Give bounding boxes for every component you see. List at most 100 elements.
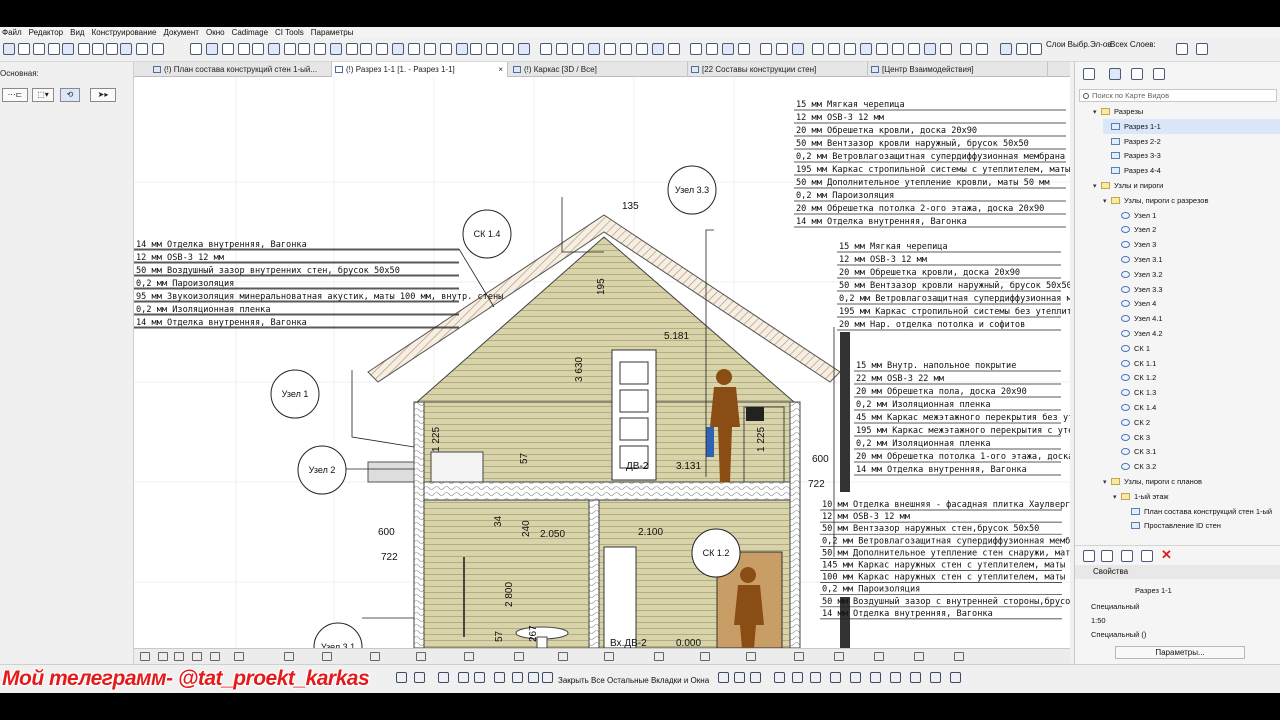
tree-item[interactable]: СК 1.1 <box>1113 356 1280 371</box>
toolbar-tool-icon[interactable] <box>776 43 788 55</box>
toolbar-tool-icon[interactable] <box>892 43 904 55</box>
tree-item[interactable]: План состава конструкций стен 1-ый <box>1123 504 1280 519</box>
tree-item[interactable]: ▾ Узлы, пироги с планов <box>1103 474 1280 489</box>
lower-tool-icon[interactable] <box>474 672 485 683</box>
menu-item[interactable]: Окно <box>206 27 225 38</box>
navigator-tab-icon[interactable] <box>1153 68 1165 80</box>
toolbar-tool-icon[interactable] <box>960 43 972 55</box>
status-tool-icon[interactable] <box>192 652 202 661</box>
tree-item[interactable]: СК 1.4 <box>1113 400 1280 415</box>
toolbar-tool-icon[interactable] <box>540 43 552 55</box>
status-tool-icon[interactable] <box>140 652 150 661</box>
tree-item[interactable]: Узел 1 <box>1113 208 1280 223</box>
view-name-field[interactable]: Разрез 1-1 <box>1135 586 1172 595</box>
toolbar-tool-icon[interactable] <box>470 43 482 55</box>
toolbar-layer-icon[interactable] <box>1196 43 1208 55</box>
lower-tool-icon[interactable] <box>542 672 553 683</box>
toolbar-layer-icon[interactable] <box>1176 43 1188 55</box>
tab-view-2[interactable]: (!) Разрез 1-1 [1. - Разрез 1-1] × <box>332 62 508 77</box>
lower-tool-icon[interactable] <box>494 672 505 683</box>
lower-tool-icon[interactable] <box>528 672 539 683</box>
chevron-down-icon[interactable]: ▾ <box>1093 105 1101 120</box>
lower-tool-icon[interactable] <box>458 672 469 683</box>
lower-tool-icon[interactable] <box>438 672 449 683</box>
status-tool-icon[interactable] <box>914 652 924 661</box>
tree-item[interactable]: Разрез 2-2 <box>1103 134 1280 149</box>
tree-item[interactable]: ▾ 1-ый этаж <box>1113 489 1280 504</box>
toolbar-tool-icon[interactable] <box>828 43 840 55</box>
status-tool-icon[interactable] <box>158 652 168 661</box>
navigator-action-icon[interactable] <box>1121 550 1133 562</box>
toolbar-tool-icon[interactable] <box>908 43 920 55</box>
tab-view-4[interactable]: [22 Составы конструкции стен] <box>688 62 868 77</box>
toolbar-tool-icon[interactable] <box>738 43 750 55</box>
status-tool-icon[interactable] <box>322 652 332 661</box>
all-layers-label[interactable]: Всех Слоев: <box>1110 40 1156 49</box>
toolbar-tool-icon[interactable] <box>238 43 250 55</box>
toolbar-tool-icon[interactable] <box>976 43 988 55</box>
tree-item[interactable]: СК 2 <box>1113 415 1280 430</box>
parameters-button[interactable]: Параметры... <box>1115 646 1245 659</box>
toolbar-tool-icon[interactable] <box>376 43 388 55</box>
toolbar-tool-icon[interactable] <box>48 43 60 55</box>
lower-tool-icon[interactable] <box>414 672 425 683</box>
menu-item[interactable]: Cadimage <box>232 27 268 38</box>
toolbar-tool-icon[interactable] <box>222 43 234 55</box>
status-tool-icon[interactable] <box>604 652 614 661</box>
lower-tool-icon[interactable] <box>830 672 841 683</box>
toolbar-tool-icon[interactable] <box>3 43 15 55</box>
tree-item[interactable]: Проставление ID стен <box>1123 518 1280 533</box>
delete-icon[interactable]: ✕ <box>1161 547 1172 563</box>
menu-item[interactable]: Документ <box>163 27 199 38</box>
status-tool-icon[interactable] <box>794 652 804 661</box>
navigator-tab-icon[interactable] <box>1083 68 1095 80</box>
menu-item[interactable]: Файл <box>2 27 22 38</box>
tree-item[interactable]: Разрез 4-4 <box>1103 163 1280 178</box>
menu-item[interactable]: Конструирование <box>92 27 157 38</box>
tree-item[interactable]: СК 3 <box>1113 430 1280 445</box>
close-tab-icon[interactable]: × <box>498 62 503 77</box>
toolbar-tool-icon[interactable] <box>588 43 600 55</box>
tree-item[interactable]: Узел 3.3 <box>1113 282 1280 297</box>
tree-item[interactable]: Разрез 3-3 <box>1103 148 1280 163</box>
tree-item[interactable]: Узел 4.2 <box>1113 326 1280 341</box>
lower-tool-icon[interactable] <box>774 672 785 683</box>
menu-item[interactable]: CI Tools <box>275 27 304 38</box>
tab-view-3[interactable]: (!) Каркас [3D / Все] <box>510 62 688 77</box>
tree-item[interactable]: Узел 3 <box>1113 237 1280 252</box>
toolbar-tool-icon[interactable] <box>62 43 74 55</box>
navigator-action-icon[interactable] <box>1101 550 1113 562</box>
status-tool-icon[interactable] <box>174 652 184 661</box>
toolbar-tool-icon[interactable] <box>1000 43 1012 55</box>
menu-item[interactable]: Редактор <box>29 27 63 38</box>
toolbar-tool-icon[interactable] <box>844 43 856 55</box>
toolbar-tool-icon[interactable] <box>722 43 734 55</box>
toolbar-tool-icon[interactable] <box>876 43 888 55</box>
status-tool-icon[interactable] <box>514 652 524 661</box>
lower-tool-icon[interactable] <box>850 672 861 683</box>
tree-item[interactable]: Узел 2 <box>1113 222 1280 237</box>
toolbar-tool-icon[interactable] <box>502 43 514 55</box>
toolbar-tool-icon[interactable] <box>1016 43 1028 55</box>
status-tool-icon[interactable] <box>464 652 474 661</box>
toolbar-tool-icon[interactable] <box>456 43 468 55</box>
lower-tool-icon[interactable] <box>810 672 821 683</box>
toolbar-tool-icon[interactable] <box>392 43 404 55</box>
tree-item[interactable]: Узел 3.2 <box>1113 267 1280 282</box>
tool-wall[interactable]: ⋯⊏ <box>2 88 28 102</box>
tree-item[interactable]: СК 3.2 <box>1113 459 1280 474</box>
lower-tool-icon[interactable] <box>512 672 523 683</box>
lower-tool-icon[interactable] <box>792 672 803 683</box>
tool-arrow[interactable]: ➤▸ <box>90 88 116 102</box>
toolbar-tool-icon[interactable] <box>190 43 202 55</box>
toolbar-tool-icon[interactable] <box>924 43 936 55</box>
view-type-value[interactable]: Специальный <box>1091 602 1139 611</box>
toolbar-tool-icon[interactable] <box>556 43 568 55</box>
close-other-tabs-button[interactable]: Закрыть Все Остальные Вкладки и Окна <box>558 676 709 685</box>
lower-tool-icon[interactable] <box>950 672 961 683</box>
toolbar-tool-icon[interactable] <box>360 43 372 55</box>
lower-tool-icon[interactable] <box>930 672 941 683</box>
status-tool-icon[interactable] <box>954 652 964 661</box>
chevron-down-icon[interactable]: ▾ <box>1093 179 1101 194</box>
navigator-action-icon[interactable] <box>1141 550 1153 562</box>
